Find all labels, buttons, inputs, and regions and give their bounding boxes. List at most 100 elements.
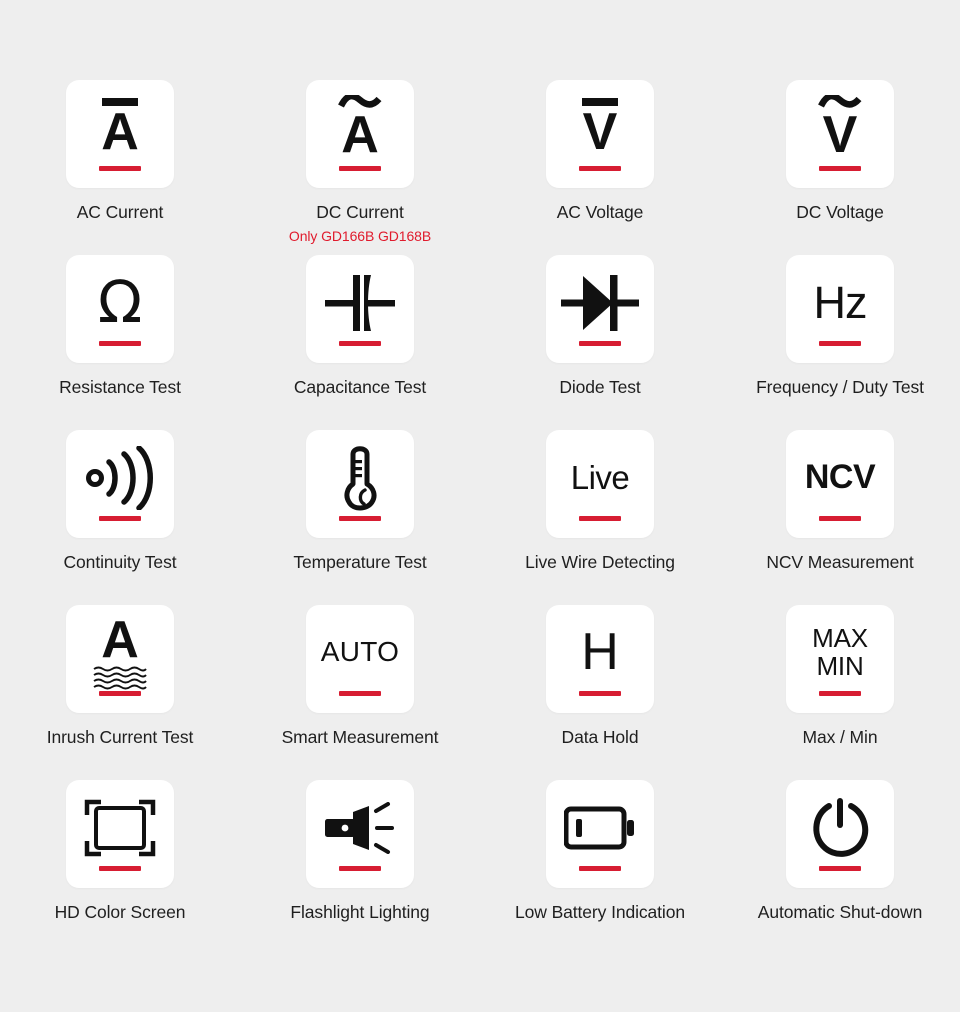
feature-label: DC Voltage (796, 202, 884, 222)
feature-item-temperature-test[interactable]: Temperature Test (240, 430, 480, 605)
icon-card[interactable]: Hz (786, 255, 894, 363)
a-with-waves-icon: A (66, 605, 174, 713)
glyph-text-max: MAX (812, 622, 868, 653)
feature-item-frequency-duty-test[interactable]: Hz Frequency / Duty Test (720, 255, 960, 430)
feature-label: DC Current (316, 202, 404, 222)
feature-label: Flashlight Lighting (290, 902, 430, 922)
accent-underbar (819, 866, 861, 871)
icon-card[interactable] (546, 780, 654, 888)
icon-card[interactable]: A (306, 80, 414, 188)
feature-item-smart-measurement[interactable]: AUTO Smart Measurement (240, 605, 480, 780)
screen-frame-icon (66, 780, 174, 888)
glyph-text: H (581, 623, 619, 681)
glyph-text: V (822, 106, 858, 165)
icon-card[interactable]: A (66, 80, 174, 188)
buzzer-sound-waves-icon (66, 430, 174, 538)
feature-item-resistance-test[interactable]: Ω Resistance Test (0, 255, 240, 430)
v-with-bar-icon: V (546, 80, 654, 188)
feature-label: HD Color Screen (54, 902, 186, 922)
icon-card[interactable]: H (546, 605, 654, 713)
icon-card[interactable] (546, 255, 654, 363)
accent-underbar (99, 516, 141, 521)
glyph-text: NCV (804, 458, 876, 496)
feature-item-ncv-measurement[interactable]: NCV NCV Measurement (720, 430, 960, 605)
glyph-text-min: MIN (816, 651, 864, 681)
icon-card[interactable] (306, 780, 414, 888)
accent-underbar (579, 866, 621, 871)
glyph-text: A (101, 103, 139, 162)
waves-mark (93, 666, 147, 690)
icon-card[interactable]: NCV (786, 430, 894, 538)
feature-item-inrush-current-test[interactable]: A Inrush Current Test (0, 605, 240, 780)
icon-card[interactable] (786, 780, 894, 888)
icon-card[interactable] (306, 430, 414, 538)
glyph-text: Ω (97, 268, 143, 336)
accent-underbar (819, 341, 861, 346)
flashlight-icon (306, 780, 414, 888)
a-with-bar-icon: A (66, 80, 174, 188)
glyph-text: AUTO (320, 636, 400, 667)
feature-label: Inrush Current Test (46, 727, 194, 747)
accent-underbar (579, 341, 621, 346)
icon-card[interactable]: AUTO (306, 605, 414, 713)
low-battery-icon (546, 780, 654, 888)
accent-underbar (819, 166, 861, 171)
icon-card[interactable] (66, 430, 174, 538)
power-icon (786, 780, 894, 888)
feature-item-ac-voltage[interactable]: V AC Voltage (480, 80, 720, 255)
icon-card[interactable]: A (66, 605, 174, 713)
diode-icon (546, 255, 654, 363)
icon-card[interactable] (66, 780, 174, 888)
feature-item-ac-current[interactable]: A AC Current (0, 80, 240, 255)
feature-item-live-wire-detecting[interactable]: Live Live Wire Detecting (480, 430, 720, 605)
capacitor-icon (306, 255, 414, 363)
glyph-text: V (582, 103, 618, 162)
ncv-text-icon: NCV (786, 430, 894, 538)
feature-item-data-hold[interactable]: H Data Hold (480, 605, 720, 780)
h-text-icon: H (546, 605, 654, 713)
icon-card[interactable]: V (546, 80, 654, 188)
feature-item-continuity-test[interactable]: Continuity Test (0, 430, 240, 605)
icon-card[interactable]: MAX MIN (786, 605, 894, 713)
live-text-icon: Live (546, 430, 654, 538)
accent-underbar (99, 341, 141, 346)
icon-card[interactable]: Live (546, 430, 654, 538)
icon-card[interactable]: Ω (66, 255, 174, 363)
accent-underbar (819, 691, 861, 696)
feature-item-low-battery-indication[interactable]: Low Battery Indication (480, 780, 720, 955)
feature-note: Only GD166B GD168B (288, 228, 432, 244)
icon-card[interactable]: V (786, 80, 894, 188)
accent-underbar (579, 516, 621, 521)
feature-label: Max / Min (802, 727, 878, 747)
feature-item-dc-current[interactable]: A DC Current Only GD166B GD168B (240, 80, 480, 255)
glyph-text: Live (570, 458, 630, 496)
feature-item-max-min[interactable]: MAX MIN Max / Min (720, 605, 960, 780)
feature-item-automatic-shut-down[interactable]: Automatic Shut-down (720, 780, 960, 955)
accent-underbar (99, 166, 141, 171)
feature-label: Diode Test (559, 377, 641, 397)
feature-label: Automatic Shut-down (757, 902, 923, 922)
feature-label: Resistance Test (59, 377, 181, 397)
feature-label: Frequency / Duty Test (756, 377, 924, 397)
feature-label: AC Current (76, 202, 164, 222)
feature-item-dc-voltage[interactable]: V DC Voltage (720, 80, 960, 255)
feature-label: Continuity Test (63, 552, 177, 572)
accent-underbar (339, 866, 381, 871)
a-with-tilde-icon: A (306, 80, 414, 188)
feature-label: Temperature Test (293, 552, 427, 572)
glyph-text: Hz (813, 276, 868, 328)
feature-label: Data Hold (561, 727, 639, 747)
feature-item-diode-test[interactable]: Diode Test (480, 255, 720, 430)
feature-item-flashlight-lighting[interactable]: Flashlight Lighting (240, 780, 480, 955)
feature-item-hd-color-screen[interactable]: HD Color Screen (0, 780, 240, 955)
icon-card[interactable] (306, 255, 414, 363)
glyph-text: A (101, 610, 139, 669)
feature-grid: A AC Current A DC Current Only GD166B GD… (0, 0, 960, 1012)
accent-underbar (339, 691, 381, 696)
feature-item-capacitance-test[interactable]: Capacitance Test (240, 255, 480, 430)
accent-underbar (99, 691, 141, 696)
feature-label: Live Wire Detecting (525, 552, 675, 572)
glyph-text: A (341, 106, 379, 165)
auto-text-icon: AUTO (306, 605, 414, 713)
max-min-text-icon: MAX MIN (786, 605, 894, 713)
